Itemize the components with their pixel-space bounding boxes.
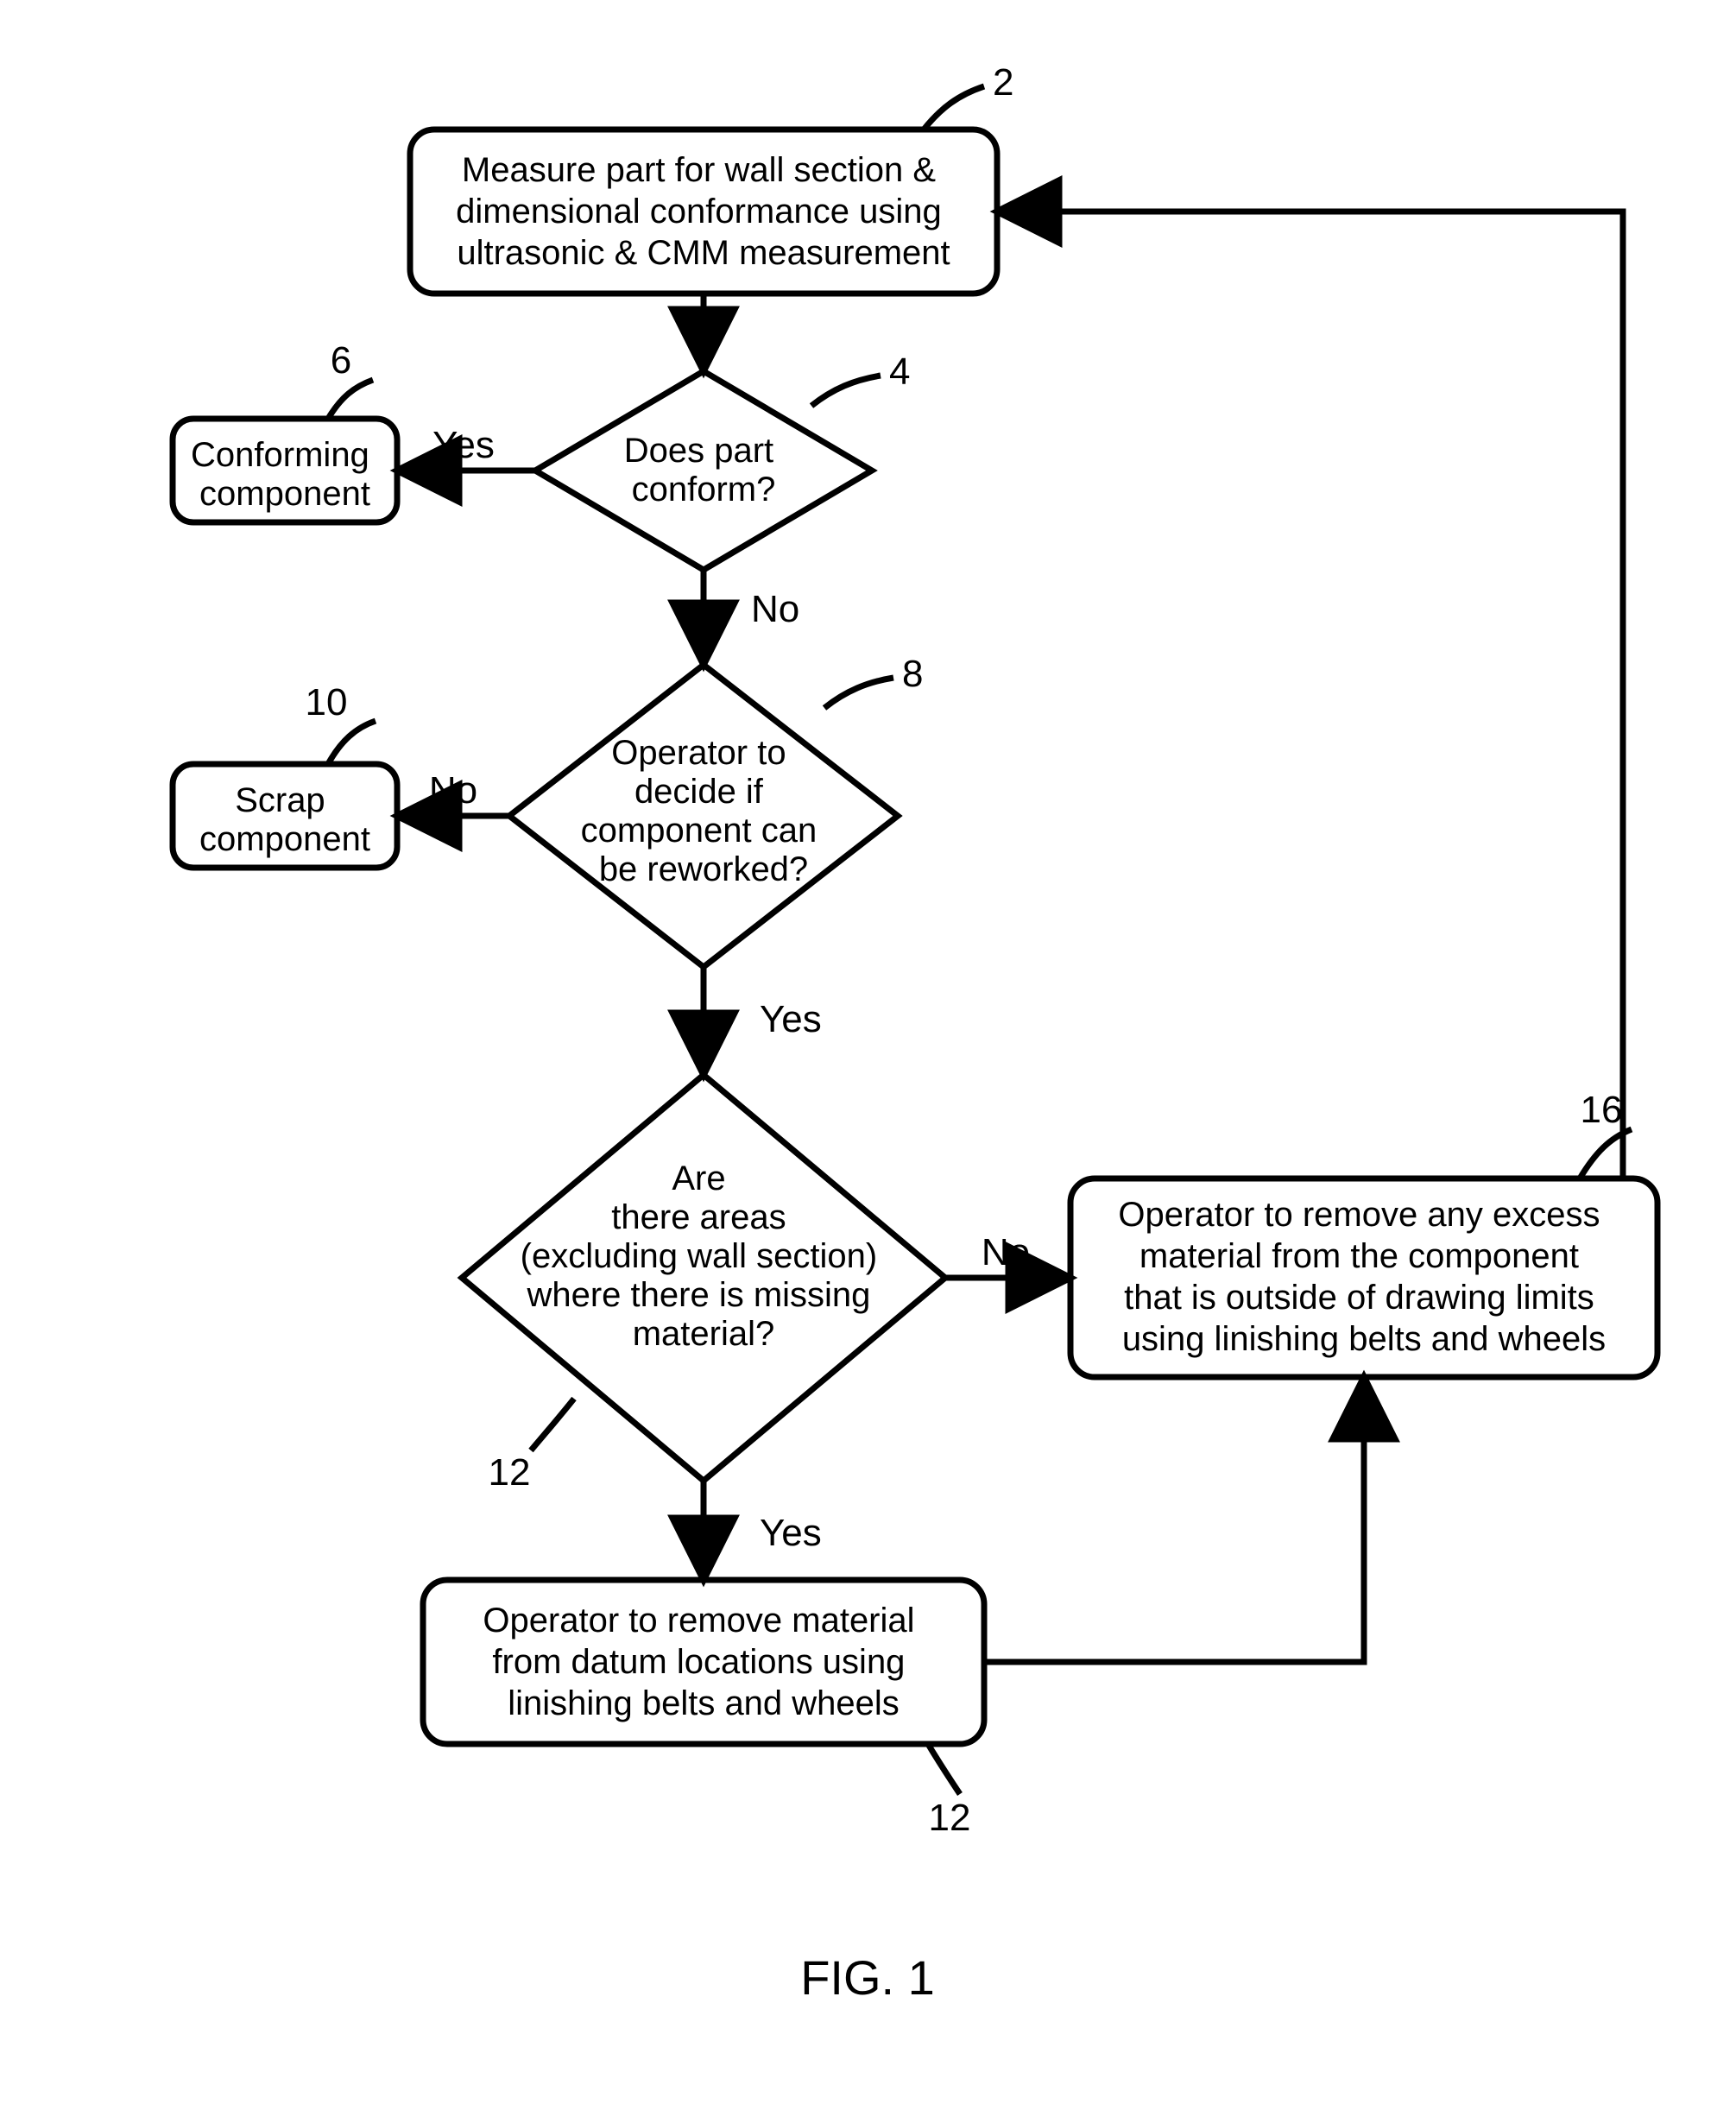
node-does-part-conform: Does part conform? 4	[535, 351, 910, 570]
flowchart-figure: Measure part for wall section & dimensio…	[0, 0, 1736, 2104]
svg-text:Conforming component: Conforming component	[191, 436, 379, 513]
edge-16-to-2	[997, 212, 1623, 1178]
node-remove-datum-material: Operator to remove material from datum l…	[423, 1580, 984, 1839]
edge-label-no-4: No	[751, 588, 799, 630]
svg-text:Operator to decide if: Operator to decide if component can be r…	[581, 734, 827, 888]
edge-label-yes-4: Yes	[432, 424, 495, 466]
node-conforming-component: Conforming component 6	[173, 339, 397, 522]
svg-text:Does part conform?: Does part conform?	[624, 432, 784, 509]
node-remove-excess-material: Operator to remove any excess material f…	[1070, 1089, 1657, 1377]
node-measure-part: Measure part for wall section & dimensio…	[410, 61, 1013, 294]
ref-label-6: 6	[331, 339, 351, 382]
ref-label-10: 10	[306, 681, 348, 723]
svg-text:Are there areas (e: Are there areas (excluding wall section)…	[521, 1159, 887, 1353]
ref-label-12d: 12	[489, 1451, 531, 1494]
ref-label-12b: 12	[929, 1797, 971, 1839]
edge-label-yes-8: Yes	[760, 998, 822, 1040]
svg-text:Operator to remove any excess: Operator to remove any excess material f…	[1118, 1196, 1609, 1358]
edge-12b-to-16	[984, 1377, 1364, 1662]
edge-label-no-12d: No	[982, 1231, 1030, 1273]
node-scrap-component: Scrap component 10	[173, 681, 397, 868]
ref-label-2: 2	[993, 61, 1013, 104]
edge-label-yes-12d: Yes	[760, 1512, 822, 1554]
figure-caption: FIG. 1	[800, 1950, 935, 2005]
ref-label-16: 16	[1581, 1089, 1623, 1131]
svg-text:Operator to remove material: Operator to remove material from datum l…	[483, 1602, 924, 1722]
svg-text:Measure part for wall section: Measure part for wall section & dimensio…	[456, 151, 951, 272]
svg-text:Scrap component: Scrap component	[199, 781, 370, 858]
node-missing-material-decision: Are there areas (excluding wall section)…	[462, 1075, 945, 1494]
ref-label-8: 8	[902, 653, 923, 695]
edge-label-no-8: No	[429, 769, 477, 812]
node-operator-rework-decision: Operator to decide if component can be r…	[509, 653, 923, 967]
ref-label-4: 4	[889, 351, 910, 393]
